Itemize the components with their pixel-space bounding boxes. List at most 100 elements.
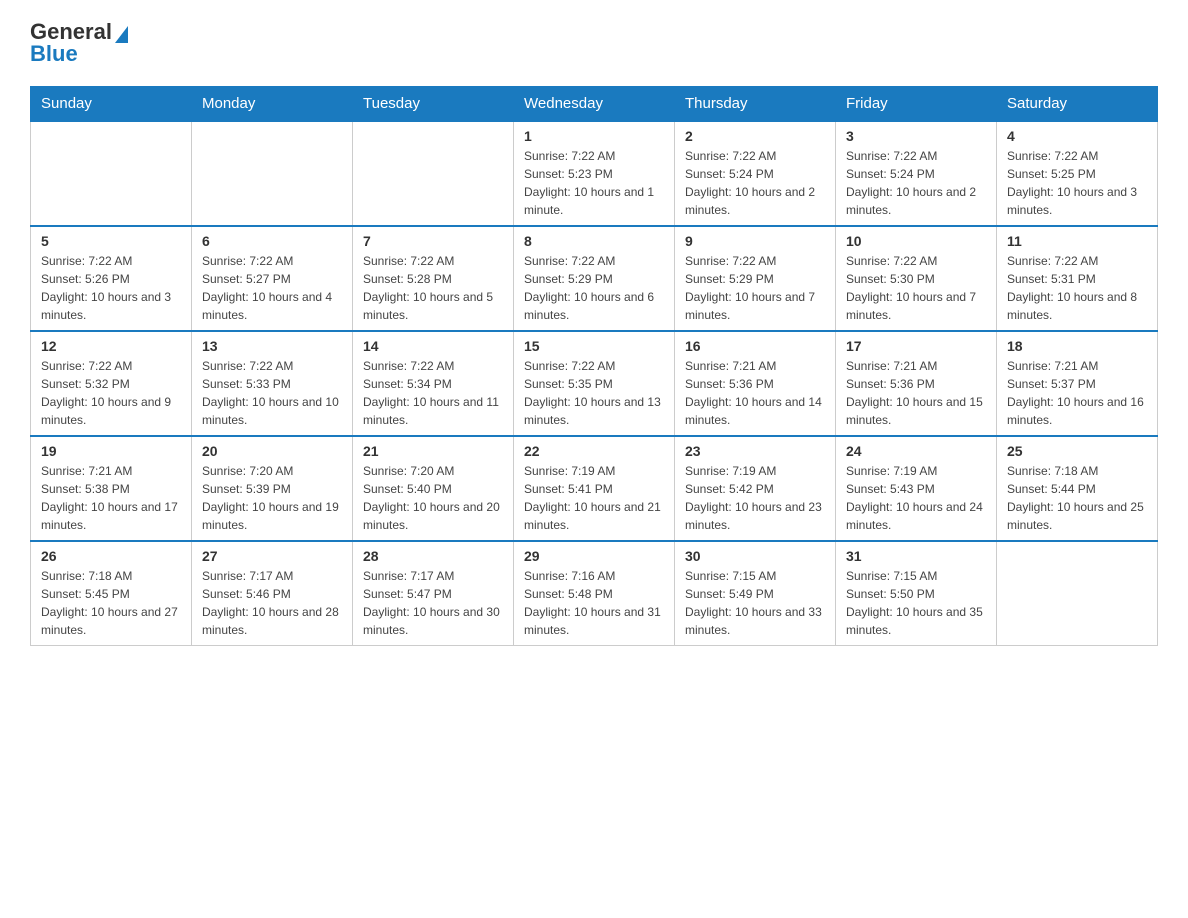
day-number: 22 bbox=[524, 443, 664, 459]
day-number: 18 bbox=[1007, 338, 1147, 354]
day-info: Sunrise: 7:22 AM Sunset: 5:32 PM Dayligh… bbox=[41, 357, 181, 429]
calendar-cell: 9Sunrise: 7:22 AM Sunset: 5:29 PM Daylig… bbox=[675, 226, 836, 331]
day-info: Sunrise: 7:22 AM Sunset: 5:24 PM Dayligh… bbox=[685, 147, 825, 219]
day-number: 21 bbox=[363, 443, 503, 459]
day-number: 8 bbox=[524, 233, 664, 249]
calendar-cell: 22 Sunrise: 7:19 AM Sunset: 5:41 PM Dayli… bbox=[514, 436, 675, 541]
logo: General Blue bbox=[30, 20, 128, 66]
day-number: 15 bbox=[524, 338, 664, 354]
day-info: Sunrise: 7:20 AM Sunset: 5:39 PM Dayligh… bbox=[202, 462, 342, 534]
day-info: Sunrise: 7:21 AM Sunset: 5:36 PM Dayligh… bbox=[685, 357, 825, 429]
calendar-cell: 13Sunrise: 7:22 AM Sunset: 5:33 PM Dayli… bbox=[192, 331, 353, 436]
calendar-cell: 16 Sunrise: 7:21 AM Sunset: 5:36 PM Dayli… bbox=[675, 331, 836, 436]
day-info: Sunrise: 7:22 AM Sunset: 5:24 PM Dayligh… bbox=[846, 147, 986, 219]
day-info: Sunrise: 7:20 AM Sunset: 5:40 PM Dayligh… bbox=[363, 462, 503, 534]
weekday-header-tuesday: Tuesday bbox=[353, 87, 514, 122]
day-info: Sunrise: 7:21 AM Sunset: 5:38 PM Dayligh… bbox=[41, 462, 181, 534]
day-number: 14 bbox=[363, 338, 503, 354]
day-info: Sunrise: 7:17 AM Sunset: 5:47 PM Dayligh… bbox=[363, 567, 503, 639]
day-number: 27 bbox=[202, 548, 342, 564]
day-number: 19 bbox=[41, 443, 181, 459]
page-header: General Blue bbox=[30, 20, 1158, 66]
day-number: 25 bbox=[1007, 443, 1147, 459]
day-number: 12 bbox=[41, 338, 181, 354]
day-info: Sunrise: 7:22 AM Sunset: 5:28 PM Dayligh… bbox=[363, 252, 503, 324]
day-number: 30 bbox=[685, 548, 825, 564]
calendar-cell: 27 Sunrise: 7:17 AM Sunset: 5:46 PM Dayli… bbox=[192, 541, 353, 646]
calendar-cell: 29 Sunrise: 7:16 AM Sunset: 5:48 PM Dayli… bbox=[514, 541, 675, 646]
day-info: Sunrise: 7:22 AM Sunset: 5:35 PM Dayligh… bbox=[524, 357, 664, 429]
day-number: 31 bbox=[846, 548, 986, 564]
calendar-cell: 23Sunrise: 7:19 AM Sunset: 5:42 PM Dayli… bbox=[675, 436, 836, 541]
calendar-cell bbox=[31, 121, 192, 226]
day-number: 4 bbox=[1007, 128, 1147, 144]
day-info: Sunrise: 7:19 AM Sunset: 5:41 PM Dayligh… bbox=[524, 462, 664, 534]
day-info: Sunrise: 7:17 AM Sunset: 5:46 PM Dayligh… bbox=[202, 567, 342, 639]
calendar-cell: 6 Sunrise: 7:22 AM Sunset: 5:27 PM Daylig… bbox=[192, 226, 353, 331]
day-number: 20 bbox=[202, 443, 342, 459]
day-info: Sunrise: 7:21 AM Sunset: 5:37 PM Dayligh… bbox=[1007, 357, 1147, 429]
day-number: 1 bbox=[524, 128, 664, 144]
day-info: Sunrise: 7:15 AM Sunset: 5:50 PM Dayligh… bbox=[846, 567, 986, 639]
calendar-cell: 30Sunrise: 7:15 AM Sunset: 5:49 PM Dayli… bbox=[675, 541, 836, 646]
day-number: 29 bbox=[524, 548, 664, 564]
weekday-header-sunday: Sunday bbox=[31, 87, 192, 122]
calendar-week-1: 1 Sunrise: 7:22 AM Sunset: 5:23 PM Daylig… bbox=[31, 121, 1158, 226]
calendar-cell: 17 Sunrise: 7:21 AM Sunset: 5:36 PM Dayli… bbox=[836, 331, 997, 436]
calendar-cell: 4 Sunrise: 7:22 AM Sunset: 5:25 PM Daylig… bbox=[997, 121, 1158, 226]
weekday-header-saturday: Saturday bbox=[997, 87, 1158, 122]
calendar-cell: 11 Sunrise: 7:22 AM Sunset: 5:31 PM Dayli… bbox=[997, 226, 1158, 331]
day-number: 5 bbox=[41, 233, 181, 249]
day-info: Sunrise: 7:22 AM Sunset: 5:27 PM Dayligh… bbox=[202, 252, 342, 324]
day-number: 6 bbox=[202, 233, 342, 249]
calendar-cell: 15 Sunrise: 7:22 AM Sunset: 5:35 PM Dayli… bbox=[514, 331, 675, 436]
calendar-cell: 26 Sunrise: 7:18 AM Sunset: 5:45 PM Dayli… bbox=[31, 541, 192, 646]
day-info: Sunrise: 7:22 AM Sunset: 5:26 PM Dayligh… bbox=[41, 252, 181, 324]
day-info: Sunrise: 7:18 AM Sunset: 5:45 PM Dayligh… bbox=[41, 567, 181, 639]
day-number: 9 bbox=[685, 233, 825, 249]
weekday-header-friday: Friday bbox=[836, 87, 997, 122]
calendar-header: SundayMondayTuesdayWednesdayThursdayFrid… bbox=[31, 87, 1158, 122]
calendar-cell: 8Sunrise: 7:22 AM Sunset: 5:29 PM Daylig… bbox=[514, 226, 675, 331]
day-number: 24 bbox=[846, 443, 986, 459]
day-info: Sunrise: 7:22 AM Sunset: 5:31 PM Dayligh… bbox=[1007, 252, 1147, 324]
weekday-header-monday: Monday bbox=[192, 87, 353, 122]
calendar-cell bbox=[192, 121, 353, 226]
calendar-cell: 5 Sunrise: 7:22 AM Sunset: 5:26 PM Daylig… bbox=[31, 226, 192, 331]
day-info: Sunrise: 7:16 AM Sunset: 5:48 PM Dayligh… bbox=[524, 567, 664, 639]
day-number: 23 bbox=[685, 443, 825, 459]
calendar-cell: 10Sunrise: 7:22 AM Sunset: 5:30 PM Dayli… bbox=[836, 226, 997, 331]
day-number: 7 bbox=[363, 233, 503, 249]
day-info: Sunrise: 7:22 AM Sunset: 5:34 PM Dayligh… bbox=[363, 357, 503, 429]
calendar-cell: 31 Sunrise: 7:15 AM Sunset: 5:50 PM Dayli… bbox=[836, 541, 997, 646]
calendar-cell: 7 Sunrise: 7:22 AM Sunset: 5:28 PM Daylig… bbox=[353, 226, 514, 331]
logo-text-blue: Blue bbox=[30, 42, 78, 66]
day-number: 10 bbox=[846, 233, 986, 249]
calendar-cell: 28 Sunrise: 7:17 AM Sunset: 5:47 PM Dayli… bbox=[353, 541, 514, 646]
logo-triangle-icon bbox=[115, 26, 128, 43]
calendar-cell: 14 Sunrise: 7:22 AM Sunset: 5:34 PM Dayli… bbox=[353, 331, 514, 436]
calendar-cell: 12 Sunrise: 7:22 AM Sunset: 5:32 PM Dayli… bbox=[31, 331, 192, 436]
calendar-week-2: 5 Sunrise: 7:22 AM Sunset: 5:26 PM Daylig… bbox=[31, 226, 1158, 331]
calendar-table: SundayMondayTuesdayWednesdayThursdayFrid… bbox=[30, 86, 1158, 646]
calendar-cell: 20 Sunrise: 7:20 AM Sunset: 5:39 PM Dayli… bbox=[192, 436, 353, 541]
day-number: 2 bbox=[685, 128, 825, 144]
day-number: 16 bbox=[685, 338, 825, 354]
calendar-cell: 24Sunrise: 7:19 AM Sunset: 5:43 PM Dayli… bbox=[836, 436, 997, 541]
day-info: Sunrise: 7:18 AM Sunset: 5:44 PM Dayligh… bbox=[1007, 462, 1147, 534]
day-info: Sunrise: 7:22 AM Sunset: 5:25 PM Dayligh… bbox=[1007, 147, 1147, 219]
day-number: 26 bbox=[41, 548, 181, 564]
day-info: Sunrise: 7:21 AM Sunset: 5:36 PM Dayligh… bbox=[846, 357, 986, 429]
calendar-cell bbox=[997, 541, 1158, 646]
day-number: 3 bbox=[846, 128, 986, 144]
day-number: 28 bbox=[363, 548, 503, 564]
calendar-week-3: 12 Sunrise: 7:22 AM Sunset: 5:32 PM Dayli… bbox=[31, 331, 1158, 436]
day-number: 17 bbox=[846, 338, 986, 354]
day-number: 11 bbox=[1007, 233, 1147, 249]
weekday-header-thursday: Thursday bbox=[675, 87, 836, 122]
calendar-cell: 1 Sunrise: 7:22 AM Sunset: 5:23 PM Daylig… bbox=[514, 121, 675, 226]
calendar-cell: 21 Sunrise: 7:20 AM Sunset: 5:40 PM Dayli… bbox=[353, 436, 514, 541]
calendar-week-5: 26 Sunrise: 7:18 AM Sunset: 5:45 PM Dayli… bbox=[31, 541, 1158, 646]
day-info: Sunrise: 7:22 AM Sunset: 5:23 PM Dayligh… bbox=[524, 147, 664, 219]
calendar-cell: 19 Sunrise: 7:21 AM Sunset: 5:38 PM Dayli… bbox=[31, 436, 192, 541]
